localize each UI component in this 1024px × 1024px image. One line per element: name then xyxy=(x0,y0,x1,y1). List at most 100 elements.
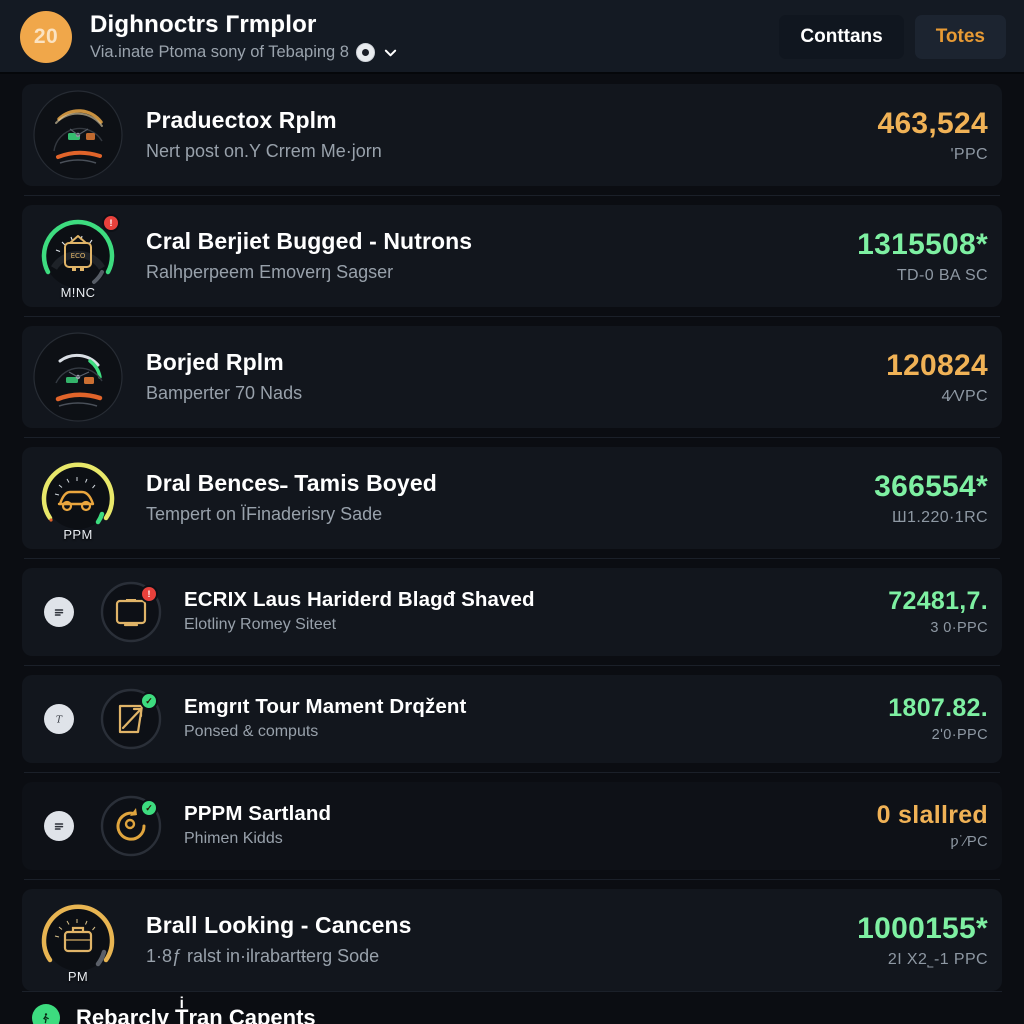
header-actions: Conttans Totes xyxy=(779,15,1006,59)
list-item-metric: 463,524 ʹPPC xyxy=(808,107,988,164)
thumb-label: PPM xyxy=(63,527,93,542)
target-dot-icon[interactable] xyxy=(356,42,375,62)
metric-value: 366554* xyxy=(874,469,988,503)
divider xyxy=(24,665,1000,666)
contacts-button[interactable]: Conttans xyxy=(779,15,904,59)
thumb-label: M!NC xyxy=(60,285,96,300)
metric-value: 0 ѕlallred xyxy=(876,801,988,830)
list-item-title: Borjed Rplm xyxy=(146,349,284,375)
divider xyxy=(24,316,1000,317)
list-item-title: Praduectox Rplm xyxy=(146,107,337,133)
status-badge: ✓ xyxy=(140,692,158,710)
footer-list-item[interactable]: Rebarcly Tͥran Capents xyxy=(22,991,1002,1024)
footer-label: Rebarcly Tͥran Capents xyxy=(76,1004,316,1024)
metric-value: 120824 xyxy=(886,348,988,382)
divider xyxy=(24,558,1000,559)
list-item-body: Cral Berjiet Bugged - Nutrons Ralhperpee… xyxy=(146,228,808,284)
metric-value: 1000155* xyxy=(857,911,988,945)
list-item[interactable]: T ✓ Emgrıt Tour Mament Drqžent Ponsed & … xyxy=(22,675,1002,763)
app-header: 20 Dighnoctrs Гrmplor Via.inate Ptoma so… xyxy=(0,0,1024,74)
list-item[interactable]: ✓ PPPM Sartland Phimen Kidds 0 ѕlallred … xyxy=(22,782,1002,870)
list-item-title: Cral Berjiet Bugged - Nutrons xyxy=(146,228,473,254)
alert-badge: ! xyxy=(140,585,158,603)
item-list[interactable]: Praduectox Rplm Nert post on.Y Crrem Me·… xyxy=(0,74,1024,1024)
app-root: 20 Dighnoctrs Гrmplor Via.inate Ptoma so… xyxy=(0,0,1024,1024)
list-item[interactable]: Praduectox Rplm Nert post on.Y Crrem Me·… xyxy=(22,84,1002,186)
list-item[interactable]: PPM Dral Bences˗ Tamis Boyed Tempert on … xyxy=(22,447,1002,549)
chevron-down-icon[interactable] xyxy=(382,44,398,60)
list-item-title: PPPM Sartland xyxy=(184,801,332,825)
gauge-amber-icon: PM xyxy=(32,894,124,986)
menu-circle-icon[interactable] xyxy=(44,597,74,627)
list-item-subtitle: Nert post on.Y Crrem Me·jorn xyxy=(146,140,382,161)
metric-unit: 2ʹ0·PPC xyxy=(931,726,988,743)
list-item-metric: 1315508* TD-0 BA SC xyxy=(808,228,988,285)
metric-unit: 2I X2˾-1 PPC xyxy=(887,950,988,968)
avatar-text: 20 xyxy=(33,25,59,48)
svg-text:ECO: ECO xyxy=(71,252,86,260)
page-title: Dighnoctrs Гrmplor xyxy=(90,10,317,38)
list-item-title: Brall Looking - Canсens xyxy=(146,912,412,938)
chart-arrow-ring-icon: ✓ xyxy=(100,688,162,750)
header-text-block: Dighnoctrs Гrmplor Via.inate Ptoma sony … xyxy=(90,11,779,63)
metric-unit: ʹPPC xyxy=(950,145,988,163)
runner-circle-icon xyxy=(32,1003,60,1024)
list-item-metric: 1807.82. 2ʹ0·PPC xyxy=(808,695,988,743)
metric-value: 463,524 xyxy=(877,106,988,140)
metric-value: 1315508* xyxy=(857,227,988,261)
notes-button[interactable]: Totes xyxy=(914,15,1006,59)
list-item-subtitle: 1·8ƒ ralst in·ilrabartŧerg Sode xyxy=(146,945,380,966)
list-item[interactable]: Borjed Rplm Bamperter 70 Nads 120824 4∕V… xyxy=(22,326,1002,428)
list-item-subtitle: Ralhperpeem Emoverŋ Sagser xyxy=(146,261,394,282)
monitor-ring-icon: ! xyxy=(100,581,162,643)
list-item-body: PPPM Sartland Phimen Kidds xyxy=(184,802,808,850)
refresh-ring-icon: ✓ xyxy=(100,795,162,857)
status-badge: ✓ xyxy=(140,799,158,817)
list-item-subtitle: Tempert on ЇFinaderisry Sade xyxy=(146,503,383,524)
avatar: 20 xyxy=(20,11,72,63)
metric-unit: 4∕VPC xyxy=(941,387,988,405)
divider xyxy=(24,772,1000,773)
metric-unit: TD-0 BA SC xyxy=(896,266,988,284)
divider xyxy=(24,195,1000,196)
list-item-metric: 72481,7. 3 0·PPC xyxy=(808,588,988,636)
alert-badge: ! xyxy=(102,214,120,232)
divider xyxy=(24,879,1000,880)
list-item-metric: 366554* Ш1.220·1RC xyxy=(808,470,988,527)
gauge-yellow-car-icon: PPM xyxy=(32,452,124,544)
metric-value: 1807.82. xyxy=(888,694,988,723)
gauge-grey-icon xyxy=(32,331,124,423)
list-item-subtitle: Phimen Kidds xyxy=(184,830,283,848)
metric-unit: 3 0·PPC xyxy=(930,619,988,636)
list-item-title: Dral Bences˗ Tamis Boyed xyxy=(146,470,437,496)
list-item-body: Emgrıt Tour Mament Drqžent Ponsed & comp… xyxy=(184,695,808,743)
list-item[interactable]: ECO ! M!NC Cral Berjiet Bugged - Nutrons… xyxy=(22,205,1002,307)
list-item-subtitle: Ponsed & computs xyxy=(184,723,319,741)
list-item[interactable]: ! ECRIX Laus Hariderd Blagđ Shaved Elotl… xyxy=(22,568,1002,656)
list-item-metric: 0 ѕlallred ƿ˙∕PC xyxy=(808,802,988,850)
divider xyxy=(24,437,1000,438)
list-item-body: Dral Bences˗ Tamis Boyed Tempert on ЇFin… xyxy=(146,470,808,526)
list-item-body: ECRIX Laus Hariderd Blagđ Shaved Elotlin… xyxy=(184,588,808,636)
metric-unit: ƿ˙∕PC xyxy=(950,833,988,850)
header-subtitle: Via.inate Ptoma sony of Tebaping 8 xyxy=(90,42,349,61)
list-item[interactable]: PM Brall Looking - Canсens 1·8ƒ ralst in… xyxy=(22,889,1002,991)
gauge-dark-icon xyxy=(32,89,124,181)
list-item-body: Borjed Rplm Bamperter 70 Nads xyxy=(146,349,808,405)
list-item-metric: 120824 4∕VPC xyxy=(808,349,988,406)
list-item-subtitle: Elotliny Romey Siteet xyxy=(184,616,337,634)
list-item-title: ECRIX Laus Hariderd Blagđ Shaved xyxy=(184,587,535,611)
svg-text:T: T xyxy=(56,716,63,726)
list-item-subtitle: Bamperter 70 Nads xyxy=(146,382,303,403)
t-circle-icon[interactable]: T xyxy=(44,704,74,734)
list-item-body: Brall Looking - Canсens 1·8ƒ ralst in·il… xyxy=(146,912,808,968)
gauge-green-icon: ECO ! M!NC xyxy=(32,210,124,302)
metric-unit: Ш1.220·1RC xyxy=(891,508,988,526)
list-item-title: Emgrıt Tour Mament Drqžent xyxy=(184,694,467,718)
metric-value: 72481,7. xyxy=(888,587,988,616)
menu-circle-icon[interactable] xyxy=(44,811,74,841)
header-subtitle-row: Via.inate Ptoma sony of Tebaping 8 xyxy=(90,42,779,63)
thumb-label: PM xyxy=(67,969,89,984)
list-item-body: Praduectox Rplm Nert post on.Y Crrem Me·… xyxy=(146,107,808,163)
list-item-metric: 1000155* 2I X2˾-1 PPC xyxy=(808,912,988,969)
